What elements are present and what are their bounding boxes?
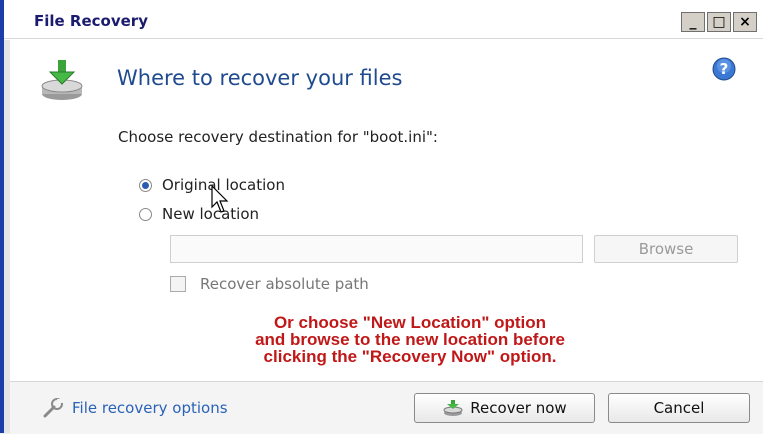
window-side-panel — [4, 40, 10, 433]
cancel-button[interactable]: Cancel — [608, 393, 750, 423]
annotation-line-2: and browse to the new location before — [255, 330, 565, 349]
window-controls: _ □ × — [681, 12, 757, 32]
annotation-line-1: Or choose "New Location" option — [273, 313, 547, 332]
wrench-icon — [43, 398, 63, 418]
file-recovery-window: File Recovery _ □ × Where to recover you… — [0, 0, 763, 434]
file-recovery-options-link[interactable]: File recovery options — [42, 398, 228, 418]
original-location-radio[interactable] — [139, 178, 152, 192]
annotation-line-3: clicking the "Recovery Now" option. — [263, 347, 557, 366]
mouse-cursor-icon — [211, 185, 229, 213]
dialog-footer: File recovery options Recover now Cancel — [10, 381, 763, 434]
new-location-option[interactable]: New location — [139, 205, 259, 223]
new-location-path-input[interactable] — [170, 235, 583, 263]
recover-absolute-path-checkbox[interactable] — [170, 276, 186, 292]
minimize-button[interactable]: _ — [681, 12, 705, 32]
title-bar[interactable]: File Recovery _ □ × — [4, 0, 763, 39]
new-location-radio[interactable] — [139, 207, 152, 221]
window-title: File Recovery — [34, 12, 148, 30]
recover-absolute-path-label: Recover absolute path — [200, 275, 369, 293]
file-recovery-options-label: File recovery options — [72, 399, 228, 417]
recover-now-button[interactable]: Recover now — [414, 393, 595, 423]
recover-icon — [443, 400, 463, 416]
help-icon[interactable]: ? — [712, 57, 736, 81]
download-to-disk-icon — [41, 60, 83, 100]
page-title: Where to recover your files — [117, 66, 403, 90]
svg-text:?: ? — [720, 60, 729, 78]
recover-now-label: Recover now — [470, 399, 567, 417]
destination-prompt: Choose recovery destination for "boot.in… — [118, 128, 438, 146]
browse-button[interactable]: Browse — [594, 235, 738, 263]
close-button[interactable]: × — [733, 12, 757, 32]
recover-absolute-path-option[interactable]: Recover absolute path — [170, 275, 369, 293]
maximize-button[interactable]: □ — [707, 12, 731, 32]
instruction-annotation: Or choose "New Location" option and brow… — [180, 314, 640, 365]
